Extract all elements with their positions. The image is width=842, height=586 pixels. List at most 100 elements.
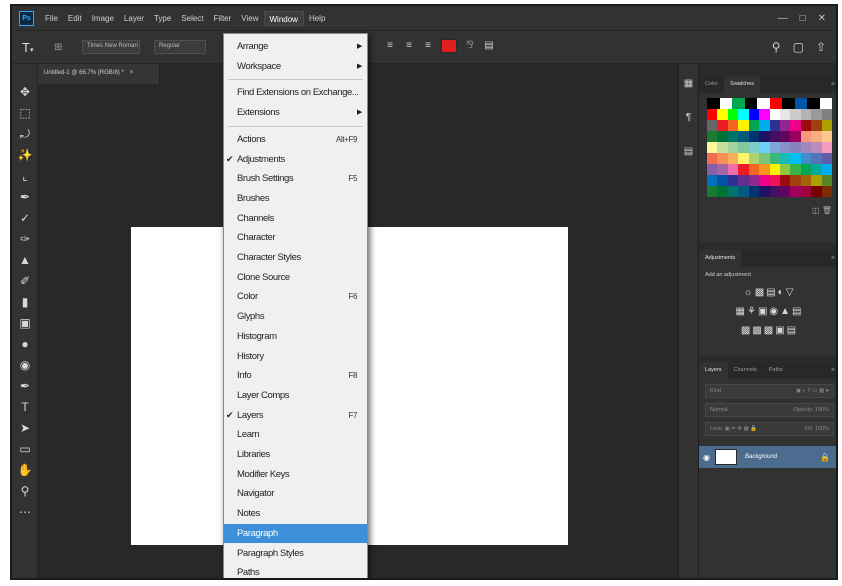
swatch[interactable]	[821, 186, 833, 197]
menu-image[interactable]: Image	[87, 11, 119, 26]
swatch[interactable]	[800, 153, 812, 164]
menu-item-brushes[interactable]: Brushes	[224, 189, 367, 208]
menu-item-character-styles[interactable]: Character Styles	[224, 248, 367, 267]
menu-item-paragraph-styles[interactable]: Paragraph Styles	[224, 544, 367, 563]
font-style-select[interactable]: Regular	[154, 40, 206, 54]
swatch[interactable]	[782, 98, 795, 109]
new-swatch-icon[interactable]: ◫	[812, 206, 820, 215]
swatch[interactable]	[790, 142, 801, 153]
menu-item-history[interactable]: History	[224, 347, 367, 366]
swatch[interactable]	[811, 109, 822, 120]
swatch[interactable]	[759, 142, 770, 153]
eyedropper-tool-icon[interactable]: ✒	[12, 187, 38, 208]
swatch[interactable]	[748, 142, 760, 153]
swatch[interactable]	[738, 142, 749, 153]
swatch[interactable]	[748, 186, 760, 197]
menu-item-paragraph[interactable]: Paragraph	[224, 523, 367, 543]
zoom-tool-icon[interactable]: ⚲	[12, 481, 38, 502]
swatch[interactable]	[807, 98, 820, 109]
swatch[interactable]	[707, 186, 718, 197]
swatch[interactable]	[744, 98, 757, 109]
align-center-icon[interactable]: ≡	[403, 39, 415, 53]
adjustments-row-1[interactable]: ☼▩▤◐▽	[699, 283, 836, 302]
tab-adjustments[interactable]: Adjustments	[699, 250, 742, 267]
swatch[interactable]	[738, 186, 749, 197]
type-tool-preset-icon[interactable]: T▾	[22, 40, 44, 55]
swatch[interactable]	[821, 109, 833, 120]
swatch[interactable]	[707, 120, 718, 131]
menu-item-glyphs[interactable]: Glyphs	[224, 307, 367, 326]
swatch[interactable]	[738, 175, 749, 186]
adjustments-row-2[interactable]: ▦⚘▣◉▲▤	[699, 302, 836, 321]
swatch[interactable]	[779, 142, 791, 153]
swatch[interactable]	[707, 109, 718, 120]
swatch[interactable]	[727, 131, 739, 142]
menu-item-navigator[interactable]: Navigator	[224, 484, 367, 503]
menu-item-notes[interactable]: Notes	[224, 504, 367, 523]
swatch[interactable]	[759, 186, 770, 197]
swatch[interactable]	[769, 120, 780, 131]
panel-menu-icon[interactable]: ≡	[831, 255, 836, 262]
character-panel-icon[interactable]: ▤	[483, 39, 495, 53]
swatch[interactable]	[790, 175, 801, 186]
align-right-icon[interactable]: ≡	[422, 39, 434, 53]
swatch[interactable]	[790, 131, 801, 142]
swatch[interactable]	[738, 120, 749, 131]
menu-item-layer-comps[interactable]: Layer Comps	[224, 386, 367, 405]
menu-item-workspace[interactable]: Workspace ▶	[224, 57, 367, 76]
swatch[interactable]	[800, 120, 812, 131]
menu-view[interactable]: View	[236, 11, 263, 26]
swatch[interactable]	[738, 153, 749, 164]
menu-item-info[interactable]: Info F8	[224, 366, 367, 385]
swatch[interactable]	[821, 142, 833, 153]
swatch[interactable]	[759, 175, 770, 186]
swatches-grid[interactable]	[699, 93, 836, 202]
crop-tool-icon[interactable]: ⌞	[12, 166, 38, 187]
swatch[interactable]	[719, 98, 732, 109]
swatch[interactable]	[748, 120, 760, 131]
swatch[interactable]	[811, 131, 822, 142]
libraries-icon[interactable]: ▤	[679, 146, 698, 166]
swatch[interactable]	[779, 120, 791, 131]
swatch[interactable]	[811, 153, 822, 164]
swatch[interactable]	[707, 98, 720, 109]
swatch[interactable]	[779, 131, 791, 142]
menu-item-color[interactable]: Color F6	[224, 287, 367, 306]
eraser-tool-icon[interactable]: ▮	[12, 292, 38, 313]
swatch[interactable]	[790, 186, 801, 197]
menu-item-layers[interactable]: ✔ Layers F7	[224, 406, 367, 425]
swatch[interactable]	[779, 153, 791, 164]
swatch[interactable]	[727, 175, 739, 186]
swatch[interactable]	[821, 175, 833, 186]
tab-swatches[interactable]: Swatches	[724, 76, 761, 93]
swatch[interactable]	[707, 131, 718, 142]
align-left-icon[interactable]: ≡	[384, 39, 396, 53]
swatch[interactable]	[748, 153, 760, 164]
swatch[interactable]	[727, 153, 739, 164]
swatch[interactable]	[759, 120, 770, 131]
menu-layer[interactable]: Layer	[119, 11, 149, 26]
menu-help[interactable]: Help	[304, 11, 330, 26]
swatch[interactable]	[759, 109, 770, 120]
swatch[interactable]	[800, 142, 812, 153]
swatch[interactable]	[769, 109, 780, 120]
swatch[interactable]	[707, 142, 718, 153]
swatch[interactable]	[717, 153, 728, 164]
text-color-swatch[interactable]	[441, 39, 457, 53]
tab-channels[interactable]: Channels	[728, 362, 763, 379]
warp-text-icon[interactable]: ⅋	[464, 39, 476, 53]
swatch[interactable]	[748, 131, 760, 142]
tab-layers[interactable]: Layers	[699, 362, 728, 379]
menu-item-brush-settings[interactable]: Brush Settings F5	[224, 169, 367, 188]
swatch[interactable]	[727, 186, 739, 197]
swatch[interactable]	[717, 164, 728, 175]
dodge-tool-icon[interactable]: ◉	[12, 355, 38, 376]
swatch[interactable]	[738, 131, 749, 142]
menu-edit[interactable]: Edit	[63, 11, 87, 26]
menu-type[interactable]: Type	[149, 11, 176, 26]
swatch[interactable]	[790, 109, 801, 120]
swatch[interactable]	[811, 142, 822, 153]
tab-color[interactable]: Color	[699, 76, 724, 93]
swatch[interactable]	[759, 164, 770, 175]
share-icon[interactable]: ⇧	[816, 40, 826, 54]
